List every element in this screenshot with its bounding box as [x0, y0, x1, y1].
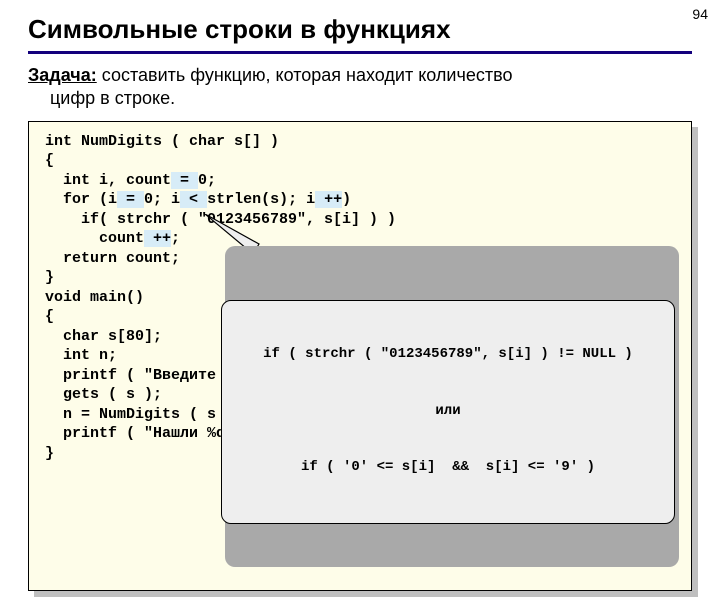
- code-l4d: <: [180, 191, 207, 208]
- code-container: int NumDigits ( char s[] ) { int i, coun…: [28, 121, 692, 592]
- code-l4e: strlen(s); i: [207, 191, 315, 208]
- code-l12: int n;: [45, 347, 117, 364]
- code-l6c: ;: [171, 230, 180, 247]
- code-l3b: =: [171, 172, 198, 189]
- callout-line1: if ( strchr ( "0123456789", s[i] ) != NU…: [232, 345, 664, 364]
- code-l10: {: [45, 308, 54, 325]
- code-l4g: ): [342, 191, 351, 208]
- title-rule: [28, 51, 692, 54]
- code-l1: int Num: [45, 133, 108, 150]
- task-text-line2: цифр в строке.: [28, 88, 175, 108]
- code-l9: void main(): [45, 289, 144, 306]
- task-text-line1: составить функцию, которая находит колич…: [97, 65, 513, 85]
- code-l4c: 0; i: [144, 191, 180, 208]
- callout-box: if ( strchr ( "0123456789", s[i] ) != NU…: [221, 300, 675, 524]
- code-l14: gets ( s );: [45, 386, 162, 403]
- code-l4a: for (i: [45, 191, 117, 208]
- task-paragraph: Задача: составить функцию, которая наход…: [28, 64, 692, 111]
- code-l6a: count: [45, 230, 144, 247]
- slide-content: Символьные строки в функциях Задача: сос…: [0, 0, 720, 591]
- page-number: 94: [692, 6, 708, 22]
- code-l4f: ++: [315, 191, 342, 208]
- task-label: Задача:: [28, 65, 97, 85]
- code-l1b: Digits ( char s[] ): [108, 133, 279, 150]
- page-title: Символьные строки в функциях: [28, 14, 692, 45]
- code-l6b: ++: [144, 230, 171, 247]
- code-l3a: int i, count: [45, 172, 171, 189]
- callout-line2: или: [232, 402, 664, 421]
- code-l2: {: [45, 152, 54, 169]
- code-l15a: n = Num: [45, 406, 126, 423]
- code-l4b: =: [117, 191, 144, 208]
- callout-wrap: if ( strchr ( "0123456789", s[i] ) != NU…: [221, 242, 675, 563]
- code-box: int NumDigits ( char s[] ) { int i, coun…: [28, 121, 692, 592]
- code-l3c: 0;: [198, 172, 216, 189]
- code-l8: }: [45, 269, 54, 286]
- callout-line3: if ( '0' <= s[i] && s[i] <= '9' ): [232, 458, 664, 477]
- code-l7: return count;: [45, 250, 180, 267]
- code-l17: }: [45, 445, 54, 462]
- code-l11: char s[80];: [45, 328, 162, 345]
